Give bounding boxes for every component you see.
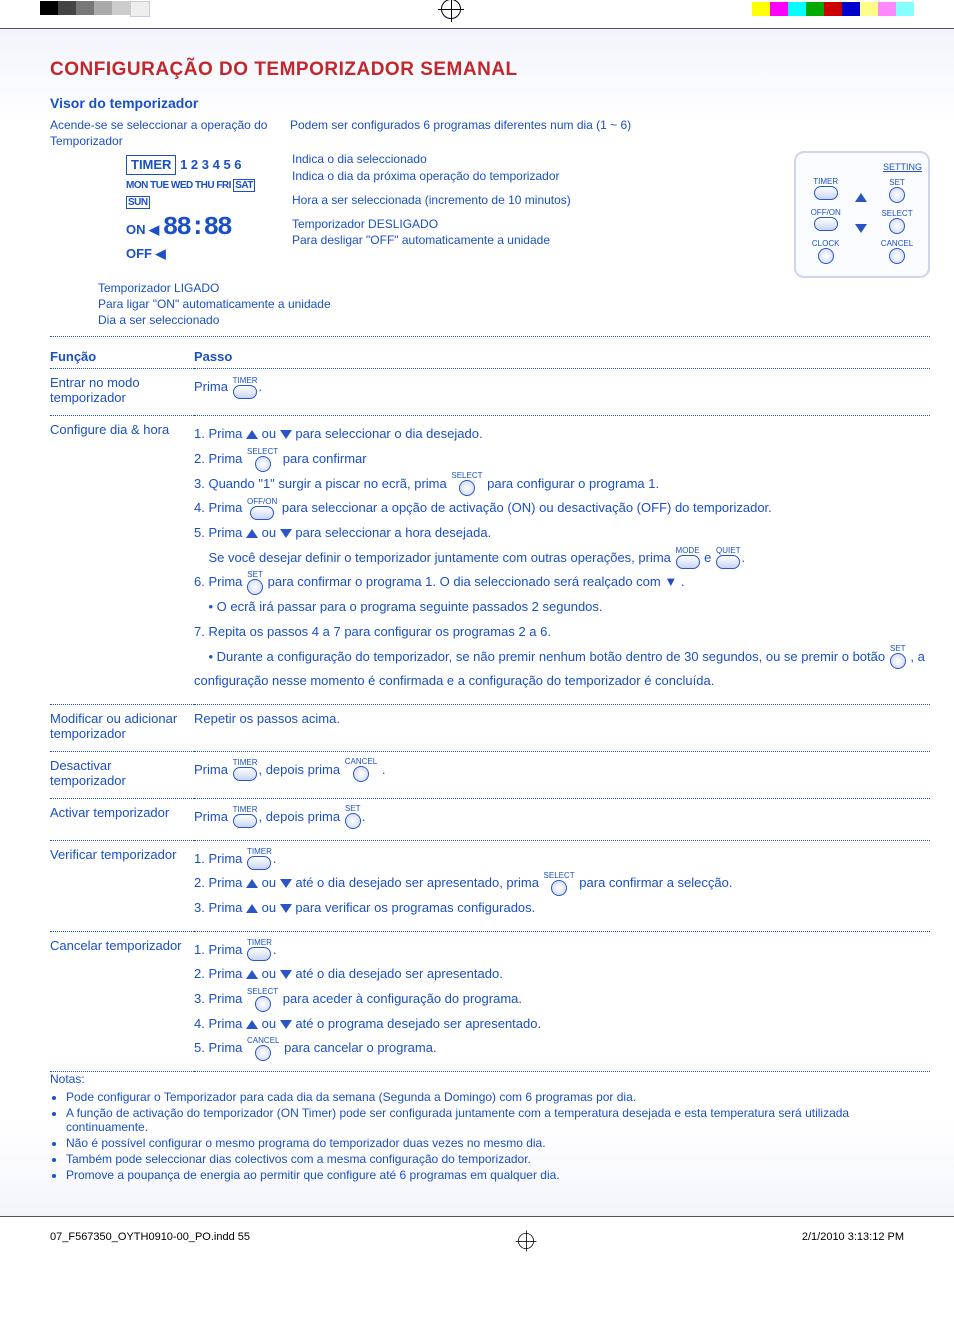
lcd-diagram: TIMER 1 2 3 4 5 6 MON TUE WED THU FRI SA… [120, 151, 282, 266]
select-button-icon: SELECT [247, 988, 278, 1012]
remote-up-button[interactable] [855, 193, 867, 202]
page: CONFIGURAÇÃO DO TEMPORIZADOR SEMANAL Vis… [0, 28, 954, 1217]
remote-clock-button[interactable] [818, 248, 834, 264]
crop-marks-top [0, 0, 954, 18]
select-button-icon: SELECT [544, 872, 575, 896]
registration-mark-icon [441, 0, 461, 19]
callout-off-text: Para desligar "OFF" automaticamente a un… [292, 233, 550, 247]
th-func: Função [50, 345, 194, 369]
note-2: A função de activação do temporizador (O… [66, 1106, 930, 1134]
page-title: CONFIGURAÇÃO DO TEMPORIZADOR SEMANAL [50, 59, 930, 81]
lcd-programs: 1 2 3 4 5 6 [180, 157, 241, 172]
swatches-right [752, 2, 914, 16]
up-icon [246, 430, 258, 439]
row-enter-timer: Entrar no modo temporizador Prima TIMER. [50, 369, 930, 416]
footer-date: 2/1/2010 3:13:12 PM [802, 1231, 904, 1251]
callout-top-left: Acende-se se seleccionar a operação do T… [50, 117, 280, 149]
function-table: Função Passo Entrar no modo temporizador… [50, 345, 930, 1072]
row-modify: Modificar ou adicionar temporizador Repe… [50, 704, 930, 751]
remote-cancel-button[interactable] [889, 248, 905, 264]
callout-off-label: Temporizador DESLIGADO [292, 217, 438, 231]
registration-mark-icon [518, 1233, 534, 1249]
remote-setting: SETTING [802, 161, 922, 173]
set-button-icon: SET [345, 805, 361, 829]
remote-down-button[interactable] [855, 224, 867, 233]
row-check: Verificar temporizador 1. Prima TIMER. 2… [50, 840, 930, 931]
remote-set-button[interactable] [889, 187, 905, 203]
timer-button-icon: TIMER [233, 759, 258, 781]
select-button-icon: SELECT [247, 448, 278, 472]
callout-on-label: Temporizador LIGADO [98, 281, 219, 295]
cancel-button-icon: CANCEL [247, 1037, 279, 1061]
callout-mid3: Hora a ser seleccionada (incremento de 1… [292, 192, 784, 208]
row-disable: Desactivar temporizador Prima TIMER, dep… [50, 751, 930, 798]
callout-bottom: Dia a ser seleccionado [98, 313, 219, 327]
callout-mid1: Indica o dia seleccionado [292, 151, 784, 167]
quiet-button-icon: QUIET [716, 547, 740, 569]
timer-button-icon: TIMER [247, 939, 272, 961]
timer-button-icon: TIMER [233, 377, 258, 399]
note-3: Não é possível configurar o mesmo progra… [66, 1136, 930, 1150]
set-button-icon: SET [890, 645, 906, 669]
remote-select-button[interactable] [889, 218, 905, 234]
row-configure: Configure dia & hora 1. Prima ou para se… [50, 416, 930, 705]
note-5: Promove a poupança de energia ao permiti… [66, 1168, 930, 1182]
remote-timer-button[interactable] [814, 186, 838, 200]
mode-button-icon: MODE [676, 547, 700, 569]
set-button-icon: SET [247, 571, 263, 595]
notes: Notas: Pode configurar o Temporizador pa… [50, 1072, 930, 1182]
timer-button-icon: TIMER [247, 848, 272, 870]
callout-top-right: Podem ser configurados 6 programas difer… [290, 117, 930, 133]
row-cancel: Cancelar temporizador 1. Prima TIMER. 2.… [50, 931, 930, 1071]
th-step: Passo [194, 345, 930, 369]
note-1: Pode configurar o Temporizador para cada… [66, 1090, 930, 1104]
section-subtitle: Visor do temporizador [50, 95, 930, 111]
remote-panel: SETTING TIMER SET OFF/ON SELECT CLOCK [794, 151, 930, 277]
cancel-button-icon: CANCEL [345, 758, 377, 782]
notes-head: Notas: [50, 1072, 930, 1086]
remote-offon-button[interactable] [814, 217, 838, 231]
down-icon [280, 430, 292, 439]
callout-mid2: Indica o dia da próxima operação do temp… [292, 168, 784, 184]
note-4: Também pode seleccionar dias colectivos … [66, 1152, 930, 1166]
row-enable: Activar temporizador Prima TIMER, depois… [50, 798, 930, 840]
footer: 07_F567350_OYTH0910-00_PO.indd 55 2/1/20… [0, 1227, 954, 1261]
offon-button-icon: OFF/ON [247, 498, 277, 520]
timer-button-icon: TIMER [233, 806, 258, 828]
callout-on-text: Para ligar "ON" automaticamente a unidad… [98, 297, 331, 311]
select-button-icon: SELECT [451, 472, 482, 496]
swatches-left [40, 1, 150, 17]
lcd-timer: TIMER [126, 155, 176, 175]
display-callouts: Acende-se se seleccionar a operação do T… [50, 117, 930, 328]
footer-file: 07_F567350_OYTH0910-00_PO.indd 55 [50, 1231, 250, 1251]
